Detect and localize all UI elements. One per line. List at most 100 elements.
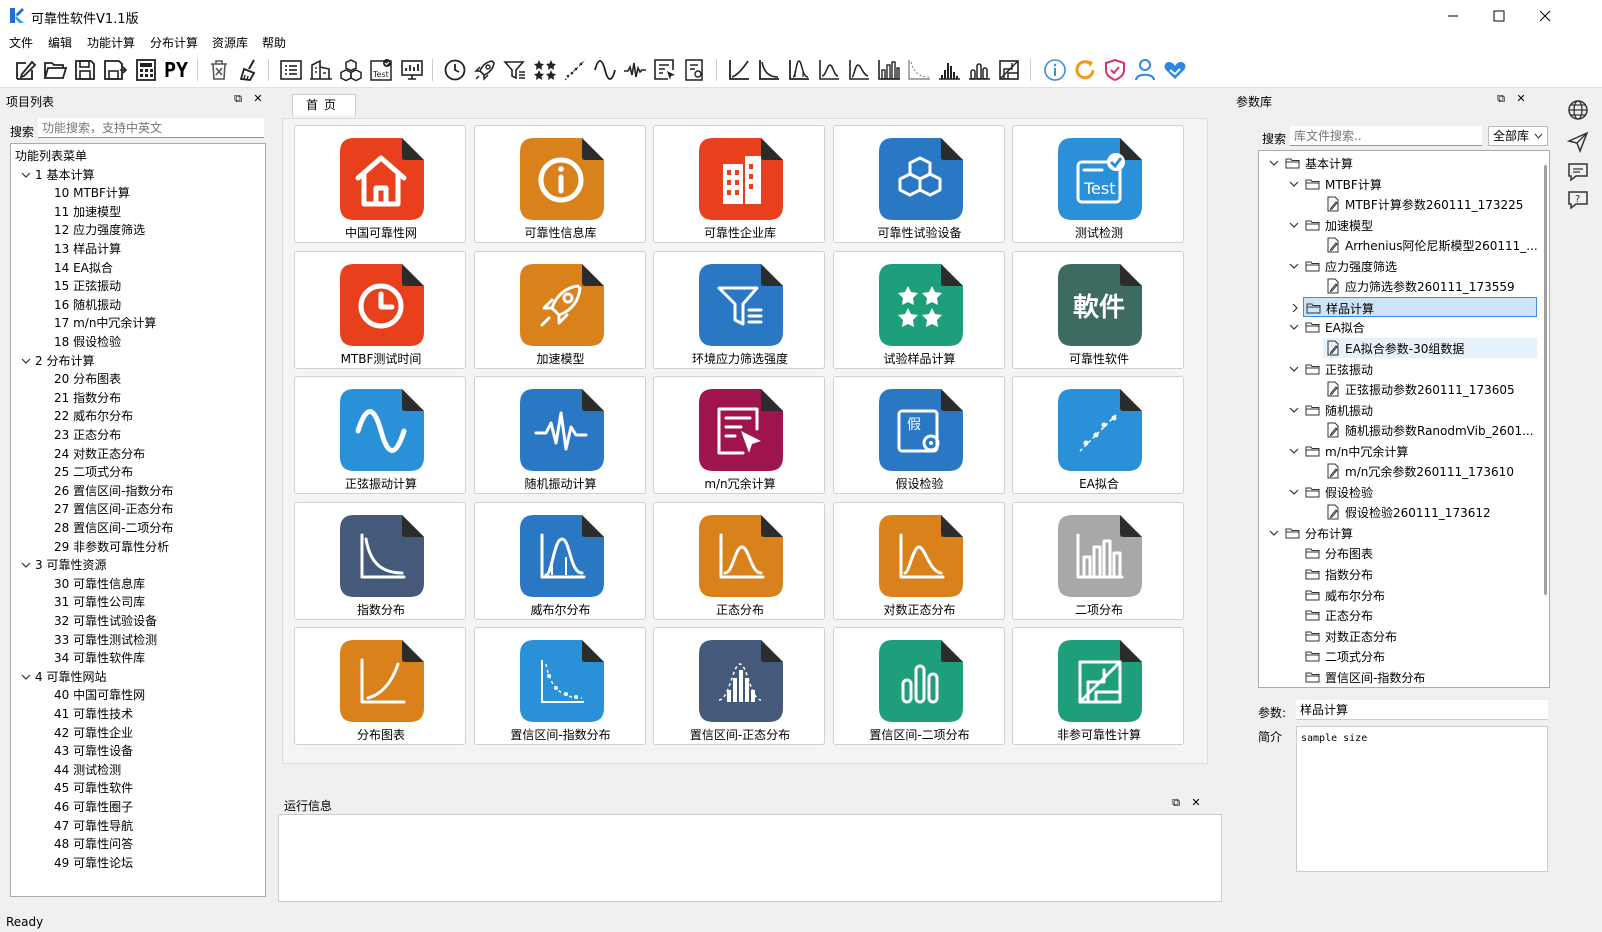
function-card[interactable]: 可靠性试验设备 — [832, 125, 1005, 243]
calculator-icon[interactable] — [133, 57, 159, 83]
function-tree[interactable]: 功能列表菜单 1 基本计算 10 MTBF计算 11 加速模型 12 应力强度筛选 13 … — [10, 143, 266, 897]
library-select[interactable]: 全部库 — [1488, 126, 1548, 146]
filter-icon[interactable] — [502, 57, 528, 83]
chevron-right-icon[interactable] — [1290, 303, 1300, 313]
tree-item[interactable]: 45 可靠性软件 — [54, 779, 133, 797]
refresh-icon[interactable] — [1072, 57, 1098, 83]
tree-item[interactable]: 21 指数分布 — [54, 389, 121, 407]
shield-icon[interactable] — [1102, 57, 1128, 83]
chevron-down-icon[interactable] — [1289, 322, 1299, 332]
tree-group[interactable]: 2 分布计算 — [21, 352, 94, 370]
heart-hands-icon[interactable] — [1162, 57, 1188, 83]
function-card[interactable]: 环境应力筛选强度 — [653, 250, 825, 369]
function-card[interactable]: EA拟合 — [1012, 376, 1184, 494]
exp-curve-icon[interactable] — [726, 57, 752, 83]
chevron-down-icon[interactable] — [21, 672, 31, 682]
parameter-folder-item[interactable]: 样品计算 — [1292, 296, 1537, 317]
parameter-folder-item[interactable]: MTBF计算 — [1259, 174, 1535, 194]
parameter-file-item[interactable]: 正弦振动参数260111_173605 — [1259, 379, 1535, 399]
menu-file[interactable]: 文件 — [9, 34, 33, 51]
presentation-icon[interactable] — [399, 57, 425, 83]
tree-root[interactable]: 功能列表菜单 — [15, 147, 87, 165]
function-search-input[interactable] — [38, 118, 264, 138]
parameter-file-item[interactable]: m/n冗余参数260111_173610 — [1259, 461, 1535, 481]
function-card[interactable]: 指数分布 — [294, 501, 466, 620]
parameter-folder-item[interactable]: 置信区间-指数分布 — [1259, 667, 1535, 687]
function-card[interactable]: 正态分布 — [653, 501, 825, 620]
tree-scrollbar[interactable] — [1544, 165, 1547, 595]
function-card[interactable]: 正弦振动计算 — [294, 376, 466, 494]
function-card[interactable]: 试验样品计算 — [832, 250, 1005, 369]
lognormal-curve-icon[interactable] — [846, 57, 872, 83]
tree-item[interactable]: 17 m/n中冗余计算 — [54, 314, 156, 332]
tree-item[interactable]: 14 EA拟合 — [54, 259, 113, 277]
tree-item[interactable]: 11 加速模型 — [54, 203, 121, 221]
tree-item[interactable]: 32 可靠性试验设备 — [54, 612, 157, 630]
function-card[interactable]: 置信区间-正态分布 — [653, 627, 825, 745]
user-icon[interactable] — [1132, 57, 1158, 83]
function-card[interactable]: 威布尔分布 — [473, 501, 646, 620]
parameter-folder-item[interactable]: 二项式分布 — [1259, 646, 1535, 666]
parameter-folder-item[interactable]: 对数正态分布 — [1259, 626, 1535, 646]
menu-edit[interactable]: 编辑 — [48, 34, 72, 51]
chevron-down-icon[interactable] — [1289, 364, 1299, 374]
tree-item[interactable]: 27 置信区间-正态分布 — [54, 500, 173, 518]
tree-item[interactable]: 10 MTBF计算 — [54, 184, 130, 202]
parameter-folder-item[interactable]: 假设检验 — [1259, 482, 1535, 502]
tree-item[interactable]: 43 可靠性设备 — [54, 742, 133, 760]
tree-item[interactable]: 33 可靠性测试检测 — [54, 631, 157, 649]
menu-help[interactable]: 帮助 — [262, 34, 286, 51]
function-card[interactable]: 非参可靠性计算 — [1012, 627, 1184, 745]
tree-item[interactable]: 15 正弦振动 — [54, 277, 121, 295]
parameter-folder-item[interactable]: 分布图表 — [1259, 543, 1535, 563]
tab-home[interactable]: 首页 — [292, 94, 356, 116]
chevron-down-icon[interactable] — [21, 356, 31, 366]
tree-item[interactable]: 25 二项式分布 — [54, 463, 133, 481]
menu-resources[interactable]: 资源库 — [212, 34, 248, 51]
parameter-tree[interactable]: 基本计算 MTBF计算 MTBF计算参数260111_173225 加速模型 Arrhe… — [1258, 150, 1550, 688]
open-folder-icon[interactable] — [42, 57, 68, 83]
menu-function-calc[interactable]: 功能计算 — [87, 34, 135, 51]
function-card[interactable]: 加速模型 — [473, 250, 646, 369]
parameter-file-item[interactable]: 应力筛选参数260111_173559 — [1259, 276, 1535, 296]
normal-curve-icon[interactable] — [816, 57, 842, 83]
save-icon[interactable] — [72, 57, 98, 83]
tree-item[interactable]: 30 可靠性信息库 — [54, 575, 145, 593]
send-icon[interactable] — [1566, 130, 1590, 154]
clear-broom-icon[interactable] — [236, 57, 262, 83]
function-card[interactable]: 假假设检验 — [832, 376, 1005, 494]
minimize-button[interactable] — [1430, 0, 1476, 32]
chevron-down-icon[interactable] — [1289, 446, 1299, 456]
parameter-folder-item[interactable]: m/n中冗余计算 — [1259, 441, 1535, 461]
function-card[interactable]: MTBF测试时间 — [294, 250, 466, 369]
form-pointer-icon[interactable] — [652, 57, 678, 83]
decay-curve-icon[interactable] — [756, 57, 782, 83]
menu-distribution-calc[interactable]: 分布计算 — [150, 34, 198, 51]
python-button[interactable]: PY — [164, 57, 190, 83]
new-file-icon[interactable] — [12, 57, 38, 83]
company-building-icon[interactable] — [308, 57, 334, 83]
tree-item[interactable]: 40 中国可靠性网 — [54, 686, 145, 704]
settings-form-icon[interactable] — [682, 57, 708, 83]
tree-item[interactable]: 28 置信区间-二项分布 — [54, 519, 173, 537]
description-field[interactable]: sample size — [1296, 726, 1548, 872]
close-panel-icon[interactable]: ✕ — [1190, 797, 1202, 809]
nonparam-icon[interactable] — [996, 57, 1022, 83]
chevron-down-icon[interactable] — [1289, 220, 1299, 230]
tree-item[interactable]: 24 对数正态分布 — [54, 445, 145, 463]
parameter-folder-item[interactable]: 正弦振动 — [1259, 359, 1535, 379]
histogram-icon[interactable] — [936, 57, 962, 83]
tree-item[interactable]: 12 应力强度筛选 — [54, 221, 145, 239]
run-info-output[interactable] — [278, 814, 1222, 902]
maximize-button[interactable] — [1476, 0, 1522, 32]
weibull-curve-icon[interactable] — [786, 57, 812, 83]
list-view-icon[interactable] — [278, 57, 304, 83]
chevron-down-icon[interactable] — [1289, 405, 1299, 415]
chevron-down-icon[interactable] — [1269, 158, 1279, 168]
parameter-folder-item[interactable]: 随机振动 — [1259, 400, 1535, 420]
chevron-down-icon[interactable] — [21, 560, 31, 570]
tree-group[interactable]: 3 可靠性资源 — [21, 556, 106, 574]
parameter-folder-item[interactable]: 应力强度筛选 — [1259, 256, 1535, 276]
parameter-folder-item[interactable]: 加速模型 — [1259, 215, 1535, 235]
parameter-folder-item[interactable]: 威布尔分布 — [1259, 585, 1535, 605]
